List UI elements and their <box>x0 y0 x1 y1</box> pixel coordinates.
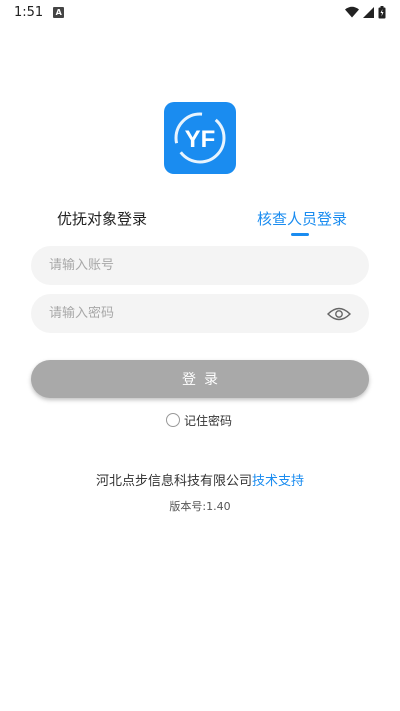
account-input[interactable] <box>49 258 351 273</box>
app-logo: YF <box>164 102 236 174</box>
eye-icon[interactable] <box>327 306 351 322</box>
login-button[interactable]: 登录 <box>31 360 369 398</box>
tab-beneficiary-login[interactable]: 优抚对象登录 <box>57 208 147 230</box>
password-field-wrapper <box>31 294 369 333</box>
company-line: 河北点步信息科技有限公司技术支持 <box>0 470 400 489</box>
notification-icon: A <box>53 6 65 18</box>
status-bar: 1:51 A <box>0 0 400 24</box>
logo-icon: YF <box>174 112 226 164</box>
active-tab-indicator <box>291 233 309 236</box>
version-text: 版本号:1.40 <box>169 500 231 513</box>
tab-inspector-login[interactable]: 核查人员登录 <box>257 208 347 230</box>
company-name: 河北点步信息科技有限公司 <box>95 474 252 489</box>
password-input[interactable] <box>49 306 321 321</box>
wifi-icon <box>345 6 359 18</box>
battery-icon <box>378 5 386 19</box>
remember-password-label: 记住密码 <box>184 413 233 428</box>
logo-text: YF <box>185 126 216 153</box>
signal-icon <box>363 6 374 18</box>
remember-password[interactable]: 记住密码 <box>166 412 232 428</box>
support-link[interactable]: 技术支持 <box>252 474 304 489</box>
remember-password-checkbox[interactable] <box>166 413 180 427</box>
status-time: 1:51 <box>14 4 44 20</box>
account-field-wrapper <box>31 246 369 285</box>
